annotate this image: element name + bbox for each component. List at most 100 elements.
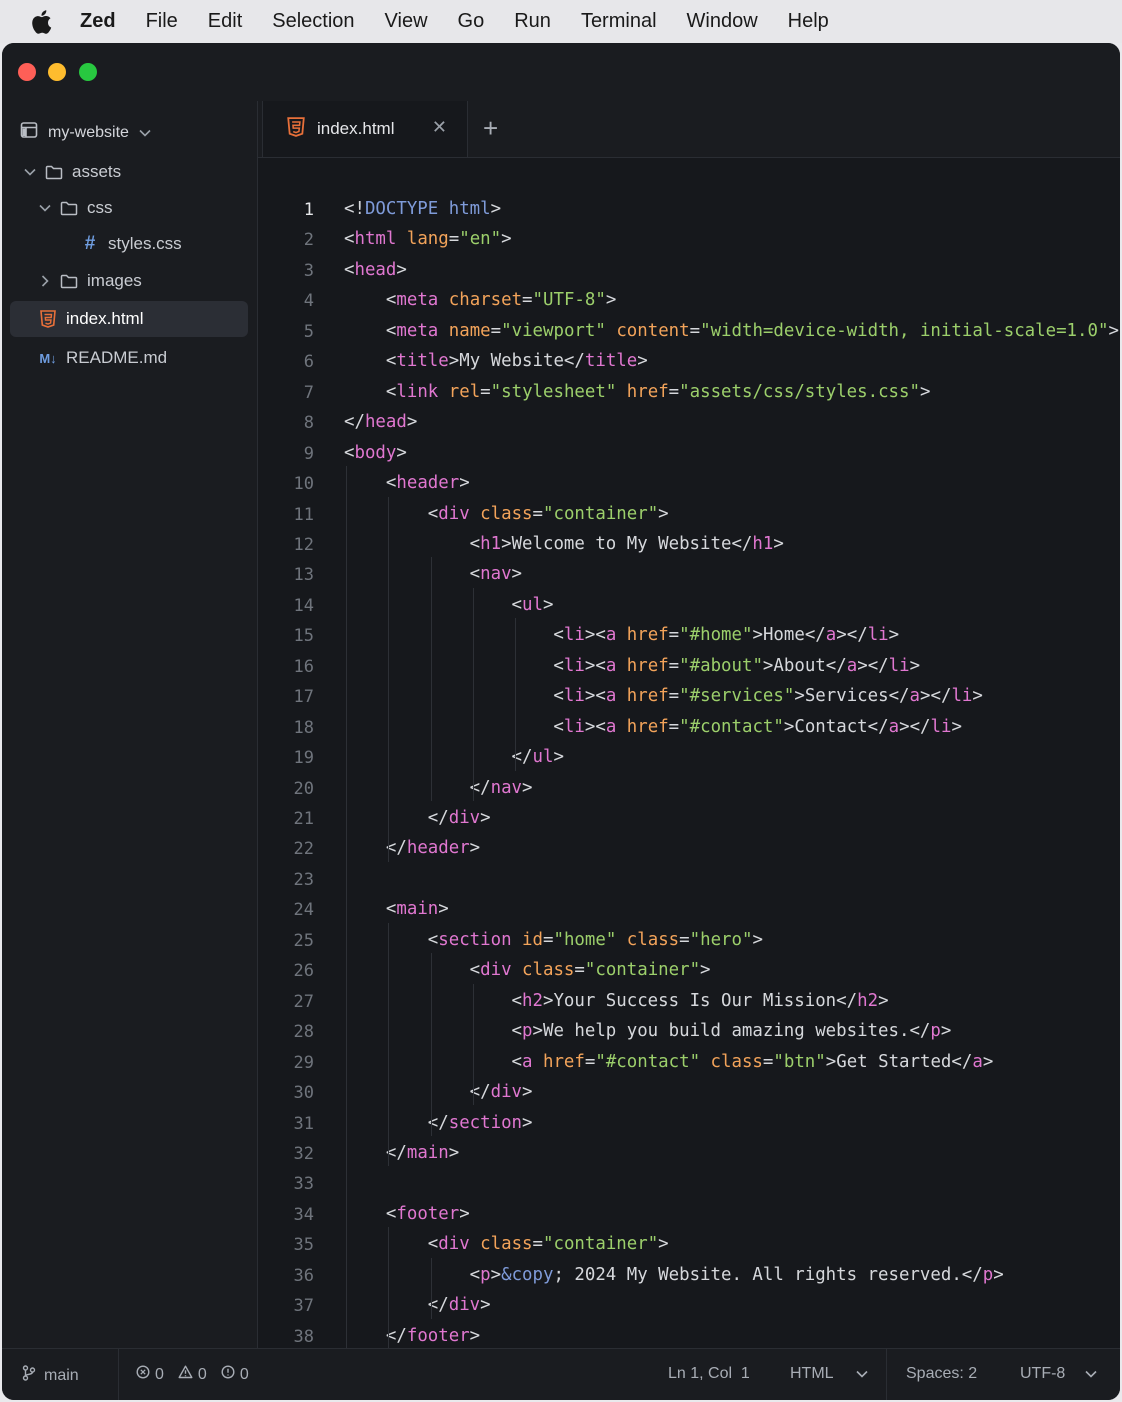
close-tab-icon[interactable]: ✕	[432, 117, 447, 138]
line-number: 32	[293, 1143, 314, 1164]
tree-item-assets[interactable]: assets	[10, 154, 248, 190]
line-number: 5	[303, 321, 314, 342]
diagnostics-indicator[interactable]: 0 0 0	[136, 1365, 249, 1384]
code-line[interactable]: <div class="container">	[344, 1234, 669, 1254]
menu-file[interactable]: File	[146, 10, 178, 33]
html-file-icon	[38, 310, 58, 328]
menu-go[interactable]: Go	[458, 10, 485, 33]
chevron-down-icon	[20, 168, 40, 176]
line-number: 35	[293, 1235, 314, 1256]
menu-help[interactable]: Help	[788, 10, 829, 33]
indent-guide	[430, 1257, 432, 1319]
tree-item-label: README.md	[66, 348, 168, 367]
code-line[interactable]: <body>	[344, 443, 407, 463]
status-divider	[886, 1349, 887, 1400]
code-line[interactable]: <head>	[344, 260, 407, 280]
code-line[interactable]: <div class="container">	[344, 960, 711, 980]
code-line[interactable]: <li><a href="#services">Services</a></li…	[344, 686, 982, 706]
code-line[interactable]: </div>	[344, 808, 491, 828]
minimize-window-button[interactable]	[48, 63, 66, 81]
code-line[interactable]: <!DOCTYPE html>	[344, 199, 501, 219]
menu-window[interactable]: Window	[687, 10, 758, 33]
line-number: 15	[293, 626, 314, 647]
menu-app-name[interactable]: Zed	[80, 10, 116, 33]
language-selector[interactable]: HTML	[790, 1365, 868, 1383]
line-number: 26	[293, 961, 314, 982]
zoom-window-button[interactable]	[79, 63, 97, 81]
code-line[interactable]: </footer>	[344, 1326, 480, 1346]
code-line[interactable]: <ul>	[344, 595, 554, 615]
menu-run[interactable]: Run	[514, 10, 551, 33]
code-line[interactable]: </div>	[344, 1295, 491, 1315]
code-line[interactable]: <div class="container">	[344, 504, 669, 524]
apple-menu-icon[interactable]	[30, 9, 54, 35]
code-line[interactable]: </ul>	[344, 747, 564, 767]
code-line[interactable]: </header>	[344, 838, 480, 858]
code-line[interactable]: <meta name="viewport" content="width=dev…	[344, 321, 1119, 341]
code-line[interactable]: </head>	[344, 412, 417, 432]
code-line[interactable]: <link rel="stylesheet" href="assets/css/…	[344, 382, 931, 402]
line-number: 8	[303, 413, 314, 434]
code-line[interactable]: <h1>Welcome to My Website</h1>	[344, 534, 784, 554]
chevron-down-icon	[35, 204, 55, 212]
new-tab-icon[interactable]: +	[483, 113, 498, 144]
code-line[interactable]: </main>	[344, 1143, 459, 1163]
line-number: 29	[293, 1052, 314, 1073]
tree-item-styles-css[interactable]: # styles.css	[10, 226, 248, 262]
line-number: 31	[293, 1113, 314, 1134]
indent-guide	[388, 1227, 390, 1350]
folder-icon	[44, 165, 64, 180]
code-line[interactable]: </section>	[344, 1113, 533, 1133]
line-number: 10	[293, 474, 314, 495]
tree-item-label: assets	[72, 162, 122, 181]
code-line[interactable]: <nav>	[344, 564, 522, 584]
tab-index-html[interactable]: index.html ✕	[262, 101, 468, 157]
code-editor[interactable]: 1 2 3 4 5 6 7 8 9 10 11 12 13 14 15 16 17 18 19 20 21 22 23 24 2…	[258, 158, 1120, 1377]
tree-item-images[interactable]: images	[10, 263, 248, 299]
tree-item-readme-md[interactable]: M↓ README.md	[10, 340, 248, 376]
code-line[interactable]: <p>We help you build amazing websites.</…	[344, 1021, 952, 1041]
code-line[interactable]: <main>	[344, 899, 449, 919]
project-panel: my-website assets css # styles.css image…	[2, 101, 258, 1348]
encoding-selector[interactable]: UTF-8	[1020, 1365, 1097, 1383]
line-number: 23	[293, 869, 314, 890]
code-line[interactable]: </nav>	[344, 778, 533, 798]
close-window-button[interactable]	[18, 63, 36, 81]
menu-terminal[interactable]: Terminal	[581, 10, 657, 33]
menu-view[interactable]: View	[385, 10, 428, 33]
branch-indicator[interactable]: main	[22, 1365, 79, 1386]
code-line[interactable]: <section id="home" class="hero">	[344, 930, 763, 950]
line-number: 38	[293, 1326, 314, 1347]
indent-guide	[515, 618, 517, 771]
line-number: 37	[293, 1296, 314, 1317]
line-number: 16	[293, 656, 314, 677]
code-line[interactable]: <meta charset="UTF-8">	[344, 290, 616, 310]
code-line[interactable]: </div>	[344, 1082, 533, 1102]
git-branch-icon	[22, 1365, 36, 1386]
indentation-setting[interactable]: Spaces: 2	[906, 1365, 977, 1383]
error-count: 0	[155, 1365, 164, 1383]
code-line[interactable]: <a href="#contact" class="btn">Get Start…	[344, 1052, 994, 1072]
line-number: 34	[293, 1204, 314, 1225]
language-label: HTML	[790, 1365, 834, 1382]
code-line[interactable]: <footer>	[344, 1204, 470, 1224]
code-line[interactable]: <li><a href="#home">Home</a></li>	[344, 625, 899, 645]
line-number: 1	[303, 200, 314, 220]
code-line[interactable]: <p>&copy; 2024 My Website. All rights re…	[344, 1265, 1004, 1285]
project-selector[interactable]: my-website	[20, 121, 151, 144]
code-line[interactable]: <li><a href="#contact">Contact</a></li>	[344, 717, 962, 737]
code-line[interactable]: <html lang="en">	[344, 229, 512, 249]
menu-selection[interactable]: Selection	[272, 10, 354, 33]
indent-guide	[388, 496, 390, 862]
code-line[interactable]: <header>	[344, 473, 470, 493]
indent-guide	[430, 557, 432, 801]
tree-item-index-html[interactable]: index.html	[10, 301, 248, 337]
menu-edit[interactable]: Edit	[208, 10, 242, 33]
code-line[interactable]: <h2>Your Success Is Our Mission</h2>	[344, 991, 889, 1011]
error-icon	[136, 1365, 150, 1384]
tree-item-css[interactable]: css	[10, 190, 248, 226]
tree-item-label: styles.css	[108, 234, 182, 253]
cursor-position[interactable]: Ln 1, Col 1	[668, 1365, 750, 1383]
line-number: 33	[293, 1174, 314, 1195]
code-line[interactable]: <title>My Website</title>	[344, 351, 648, 371]
